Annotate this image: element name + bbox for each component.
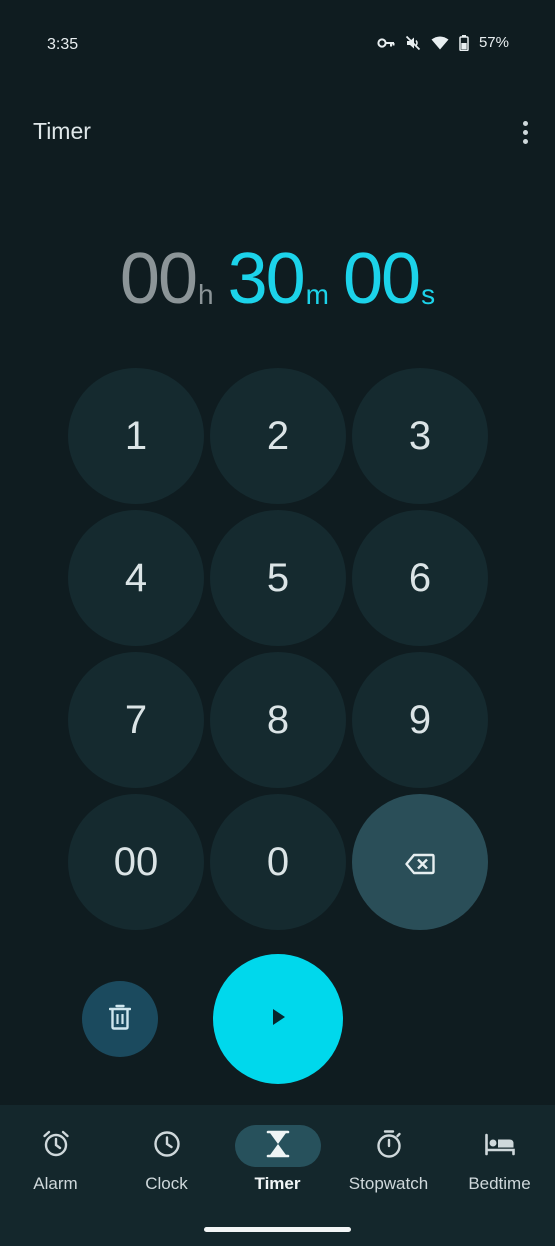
bed-icon	[484, 1132, 516, 1161]
page-title: Timer	[33, 118, 91, 144]
key-8[interactable]: 8	[210, 652, 346, 788]
status-time: 3:35	[47, 36, 79, 53]
alarm-icon	[41, 1129, 71, 1164]
nav-item-stopwatch[interactable]: Stopwatch	[333, 1125, 444, 1194]
nav-label-alarm: Alarm	[33, 1174, 78, 1193]
stopwatch-icon	[374, 1129, 404, 1164]
key-1[interactable]: 1	[68, 368, 204, 504]
backspace-icon	[405, 840, 435, 885]
bottom-navigation: Alarm Clock Timer Stopwatch Bedtime	[0, 1105, 555, 1246]
hourglass-icon	[265, 1130, 291, 1163]
mute-icon	[405, 35, 421, 51]
status-icons: 57%	[377, 34, 509, 51]
home-indicator[interactable]	[204, 1227, 351, 1232]
more-options-icon[interactable]	[513, 115, 537, 149]
key-7[interactable]: 7	[68, 652, 204, 788]
hours-segment: 00 h	[120, 243, 214, 315]
seconds-unit: s	[421, 279, 436, 310]
nav-label-stopwatch: Stopwatch	[348, 1174, 429, 1193]
nav-item-bedtime[interactable]: Bedtime	[444, 1125, 555, 1194]
seconds-value: 00	[343, 239, 421, 319]
nav-label-clock: Clock	[145, 1174, 188, 1193]
backspace-button[interactable]	[352, 794, 488, 930]
key-5[interactable]: 5	[210, 510, 346, 646]
trash-icon	[108, 1004, 132, 1035]
keypad: 1 2 3 4 5 6 7 8 9 00 0	[68, 368, 488, 930]
key-4[interactable]: 4	[68, 510, 204, 646]
play-icon	[268, 1006, 288, 1033]
nav-label-bedtime: Bedtime	[468, 1174, 531, 1193]
minutes-value: 30	[227, 239, 306, 319]
app-bar: Timer	[0, 110, 555, 154]
seconds-segment: 00 s	[343, 243, 435, 315]
start-button[interactable]	[213, 954, 343, 1084]
key-00[interactable]: 00	[68, 794, 204, 930]
status-bar: 3:35 57%	[0, 0, 555, 90]
battery-percent: 57%	[478, 34, 509, 51]
nav-item-alarm[interactable]: Alarm	[0, 1125, 111, 1194]
clock-icon	[152, 1129, 182, 1164]
vpn-key-icon	[377, 37, 395, 49]
key-3[interactable]: 3	[352, 368, 488, 504]
key-2[interactable]: 2	[210, 368, 346, 504]
key-0[interactable]: 0	[210, 794, 346, 930]
minutes-segment: 30 m	[228, 243, 329, 315]
hours-value: 00	[119, 239, 198, 319]
nav-item-clock[interactable]: Clock	[111, 1125, 222, 1194]
key-9[interactable]: 9	[352, 652, 488, 788]
delete-button[interactable]	[82, 981, 158, 1057]
nav-item-timer[interactable]: Timer	[222, 1125, 333, 1194]
wifi-icon	[431, 36, 449, 50]
key-6[interactable]: 6	[352, 510, 488, 646]
hours-unit: h	[198, 279, 214, 310]
minutes-unit: m	[305, 279, 329, 310]
timer-display: 00 h 30 m 00 s	[0, 225, 555, 315]
nav-label-timer: Timer	[254, 1174, 301, 1193]
battery-icon	[459, 34, 469, 51]
